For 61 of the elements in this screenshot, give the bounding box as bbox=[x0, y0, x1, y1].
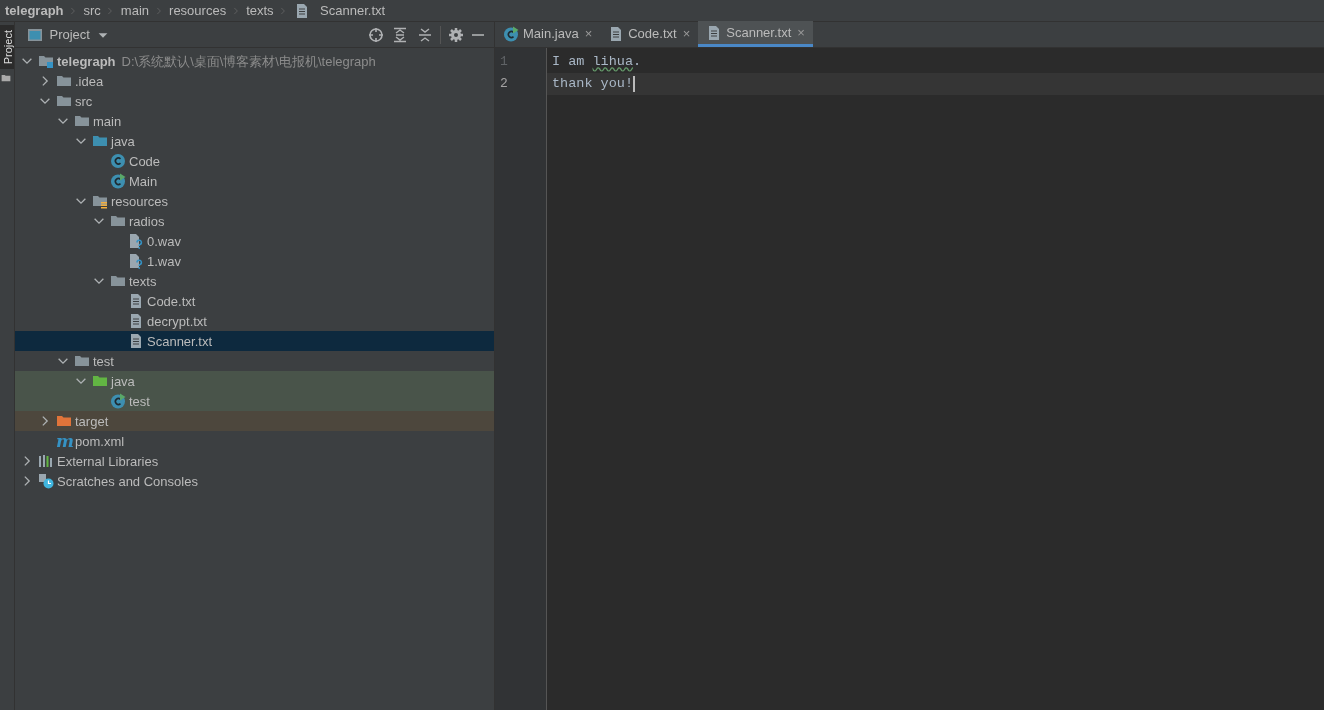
close-icon[interactable]: × bbox=[797, 22, 805, 43]
breadcrumb-link[interactable]: telegraph bbox=[5, 0, 64, 21]
class-run-icon bbox=[110, 173, 126, 190]
breadcrumb-link[interactable]: src bbox=[83, 0, 101, 21]
tree-item[interactable]: test bbox=[15, 351, 494, 372]
maven-icon: m bbox=[56, 433, 72, 450]
tree-item[interactable]: 1.wav bbox=[15, 251, 494, 272]
tree-item[interactable]: decrypt.txt bbox=[15, 311, 494, 332]
tree-item[interactable]: 0.wav bbox=[15, 231, 494, 252]
text-caret bbox=[633, 75, 635, 92]
breadcrumb-link[interactable]: Scanner.txt bbox=[320, 0, 386, 21]
tree-item[interactable]: test bbox=[15, 391, 494, 412]
tree-item[interactable]: texts bbox=[15, 271, 494, 292]
breadcrumb-link[interactable]: resources bbox=[169, 0, 227, 21]
close-icon[interactable]: × bbox=[584, 24, 593, 44]
tree-item[interactable]: radios bbox=[15, 211, 494, 232]
resource-folder-icon bbox=[92, 193, 108, 210]
tree-item[interactable]: Main bbox=[15, 171, 494, 192]
editor-tab[interactable]: Main.java × bbox=[495, 21, 601, 47]
tree-item[interactable]: Scanner.txt bbox=[15, 331, 494, 352]
breadcrumb-link[interactable]: main bbox=[120, 0, 150, 21]
breadcrumb-link[interactable]: texts bbox=[246, 0, 274, 21]
text-file-icon bbox=[128, 293, 144, 310]
tree-item[interactable]: resources bbox=[15, 191, 494, 212]
tree-item[interactable]: java bbox=[15, 131, 494, 152]
close-icon[interactable]: × bbox=[682, 24, 691, 44]
text-file-icon bbox=[128, 333, 144, 350]
project-view-dropdown[interactable]: Project bbox=[27, 24, 111, 45]
tree-item[interactable]: main bbox=[15, 111, 494, 132]
expand-all-icon[interactable] bbox=[392, 26, 408, 43]
scratch-clock-icon bbox=[38, 473, 54, 490]
tree-item[interactable]: target bbox=[15, 411, 494, 432]
tree-item[interactable]: Code.txt bbox=[15, 291, 494, 312]
library-bars-icon bbox=[38, 453, 54, 470]
project-path: D:\系统默认\桌面\博客素材\电报机\telegraph bbox=[121, 52, 376, 71]
tree-item[interactable]: src bbox=[15, 91, 494, 112]
class-run-icon bbox=[110, 393, 126, 410]
text-file-icon bbox=[128, 313, 144, 330]
tree-item[interactable]: Code bbox=[15, 151, 494, 172]
tree-item[interactable]: java bbox=[15, 371, 494, 392]
project-tool-tab[interactable]: Project bbox=[0, 25, 14, 70]
editor-tab[interactable]: Scanner.txt × bbox=[698, 21, 813, 47]
folder-icon bbox=[0, 72, 12, 83]
code-line: I am lihua. bbox=[551, 53, 643, 72]
editor-tab[interactable]: Code.txt × bbox=[600, 21, 699, 47]
class-icon bbox=[110, 153, 126, 170]
settings-icon[interactable] bbox=[447, 26, 464, 43]
line-number: 2 bbox=[499, 75, 509, 94]
tree-item[interactable]: m pom.xml bbox=[15, 431, 494, 452]
unknown-file-icon bbox=[128, 233, 144, 250]
tree-item[interactable]: External Libraries bbox=[15, 451, 494, 472]
tree-item[interactable]: telegraph D:\系统默认\桌面\博客素材\电报机\telegraph bbox=[15, 51, 494, 72]
module-folder-icon bbox=[38, 53, 54, 70]
tree-item[interactable]: .idea bbox=[15, 71, 494, 92]
locate-icon[interactable] bbox=[367, 26, 384, 43]
tree-item[interactable]: Scratches and Consoles bbox=[15, 471, 494, 492]
unknown-file-icon bbox=[128, 253, 144, 270]
window-icon bbox=[27, 26, 43, 43]
project-name: telegraph bbox=[57, 52, 116, 71]
collapse-all-icon[interactable] bbox=[416, 26, 433, 43]
class-run-icon bbox=[503, 26, 519, 42]
